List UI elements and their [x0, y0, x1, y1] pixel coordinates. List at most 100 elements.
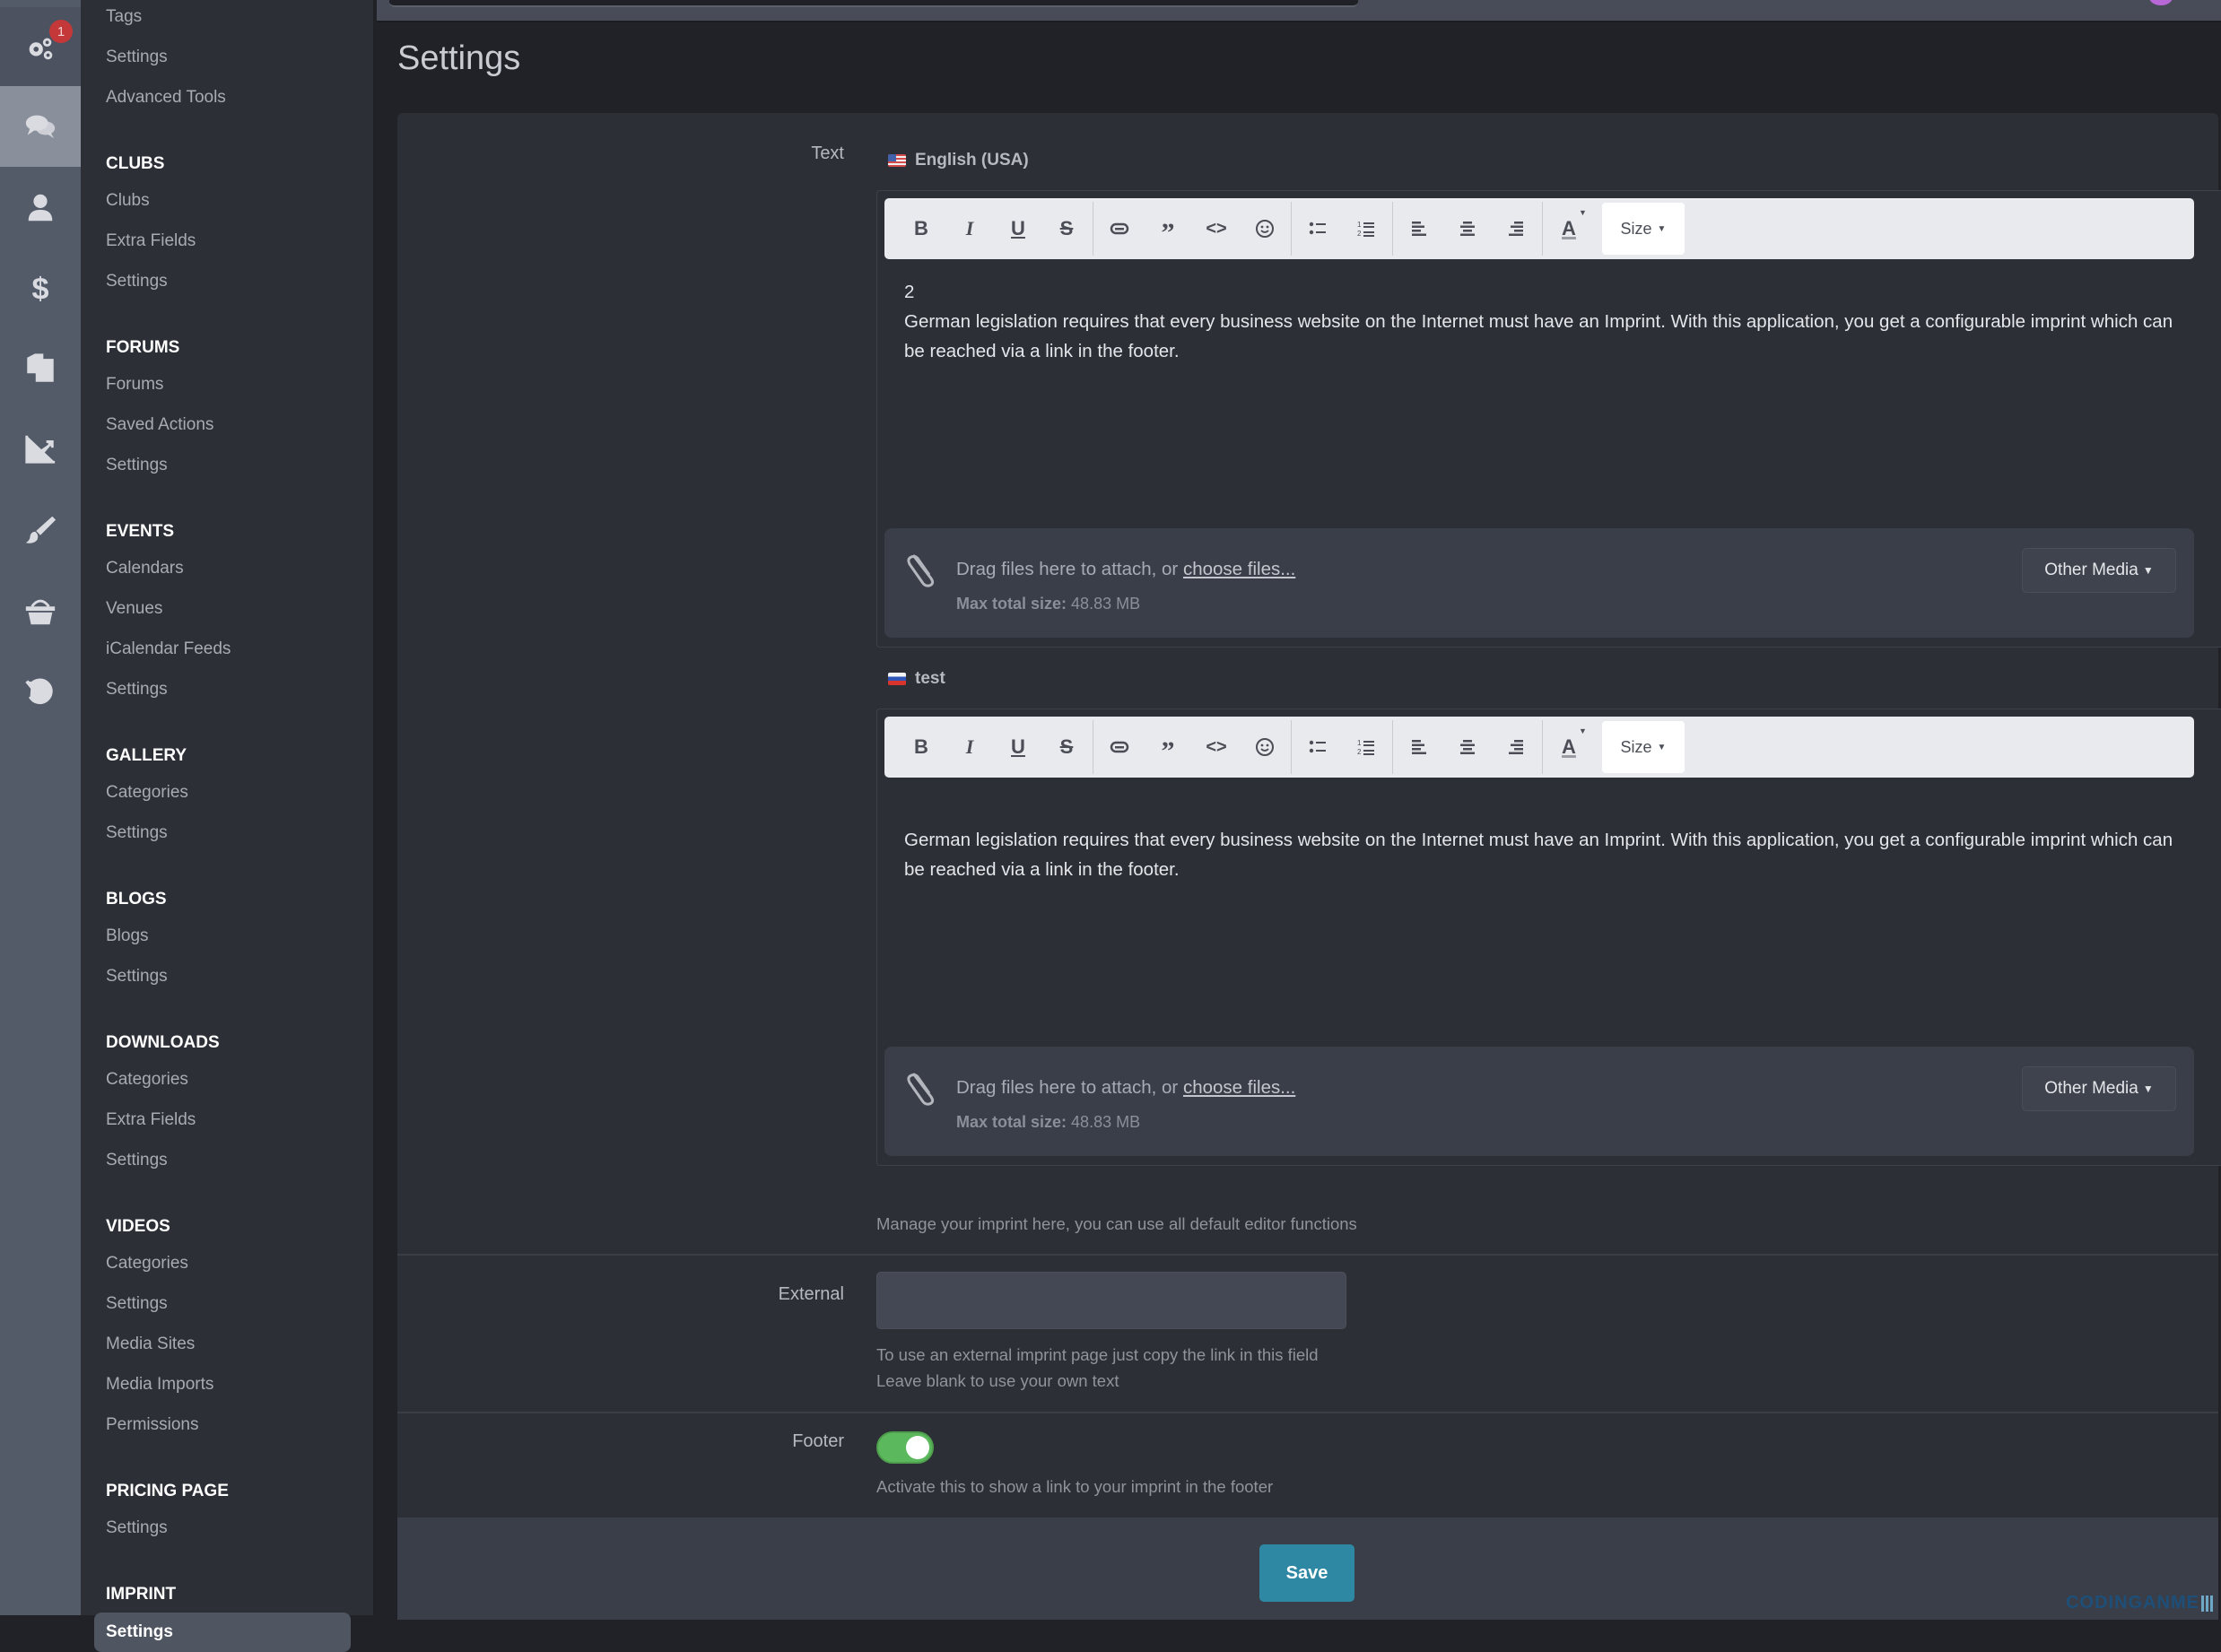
sidebar-item[interactable]: Venues [106, 599, 162, 619]
rail-item-setup[interactable]: 1 [0, 7, 81, 88]
numbered-list-icon[interactable]: 12 [1342, 205, 1390, 252]
sidebar-item[interactable]: Extra Fields [106, 1110, 196, 1130]
svg-text:2: 2 [1357, 230, 1362, 238]
svg-text:$: $ [31, 272, 48, 305]
sidebar-item[interactable]: Forums [106, 375, 163, 395]
drag-files-text: Drag files here to attach, or choose fil… [956, 1077, 1295, 1099]
link-icon[interactable] [1095, 724, 1144, 770]
sidebar-item[interactable]: Settings [106, 48, 168, 67]
sidebar-item[interactable]: Categories [106, 783, 188, 803]
sidebar-section-heading: CLUBS [106, 154, 164, 174]
sidebar-item[interactable]: Settings [106, 1518, 168, 1538]
caret-down-icon: ▼ [1658, 224, 1667, 234]
align-right-icon[interactable] [1492, 724, 1540, 770]
bulleted-list-icon[interactable] [1293, 724, 1342, 770]
sidebar-item[interactable]: Settings [106, 967, 168, 987]
user-avatar[interactable] [2149, 0, 2173, 5]
align-right-icon[interactable] [1492, 205, 1540, 252]
sidebar-item[interactable]: Media Sites [106, 1335, 195, 1354]
external-label: External [779, 1284, 844, 1305]
sidebar-item[interactable]: Settings [106, 456, 168, 475]
code-icon[interactable]: <> [1192, 205, 1241, 252]
choose-files-link[interactable]: choose files... [1183, 1077, 1295, 1098]
sidebar-item[interactable]: Settings [106, 1151, 168, 1170]
align-left-icon[interactable] [1395, 724, 1443, 770]
align-center-icon[interactable] [1443, 205, 1492, 252]
sidebar-item[interactable]: Settings [106, 823, 168, 843]
sidebar-item[interactable]: Clubs [106, 191, 150, 211]
strikethrough-icon[interactable]: S [1042, 205, 1091, 252]
sidebar-item[interactable]: Categories [106, 1070, 188, 1090]
external-url-input[interactable] [876, 1272, 1346, 1329]
italic-icon[interactable]: I [945, 205, 994, 252]
text-color-icon[interactable]: A▼ [1545, 724, 1593, 770]
align-left-icon[interactable] [1395, 205, 1443, 252]
rail-item-logs[interactable] [0, 651, 81, 732]
bold-icon[interactable]: B [897, 724, 945, 770]
svg-text:1: 1 [1357, 221, 1362, 229]
strikethrough-icon[interactable]: S [1042, 724, 1091, 770]
emoji-icon[interactable] [1241, 724, 1289, 770]
sidebar-item[interactable]: Extra Fields [106, 231, 196, 251]
text-label: Text [811, 143, 844, 164]
rail-item-commerce[interactable]: $ [0, 248, 81, 328]
editor-content[interactable]: German legislation requires that every b… [904, 796, 2196, 884]
content-line: German legislation requires that every b… [904, 307, 2196, 366]
align-center-icon[interactable] [1443, 724, 1492, 770]
link-icon[interactable] [1095, 205, 1144, 252]
sidebar-item[interactable]: Advanced Tools [106, 88, 226, 108]
rail-item-content[interactable] [0, 328, 81, 409]
sidebar-item[interactable]: Categories [106, 1254, 188, 1274]
sidebar-item[interactable]: Saved Actions [106, 415, 213, 435]
sidebar-item[interactable]: Settings [106, 1294, 168, 1314]
code-icon[interactable]: <> [1192, 724, 1241, 770]
rail-item-stats[interactable] [0, 409, 81, 490]
chart-line-icon [23, 432, 57, 466]
font-size-dropdown[interactable]: Size▼ [1602, 721, 1685, 773]
toolbar-separator [1392, 720, 1393, 774]
sidebar-item[interactable]: Blogs [106, 926, 149, 946]
font-size-label: Size [1621, 220, 1652, 239]
underline-icon[interactable]: U [994, 724, 1042, 770]
icon-rail: 1 $ [0, 0, 81, 1615]
sidebar-item[interactable]: Permissions [106, 1415, 198, 1435]
quote-icon[interactable]: ” [1144, 205, 1192, 252]
rail-item-customization[interactable] [0, 490, 81, 570]
language-name: English (USA) [915, 151, 1029, 170]
emoji-icon[interactable] [1241, 205, 1289, 252]
rail-item-community[interactable] [0, 86, 81, 167]
save-button[interactable]: Save [1259, 1544, 1354, 1602]
sidebar-item[interactable]: iCalendar Feeds [106, 639, 231, 659]
quote-icon[interactable]: ” [1144, 724, 1192, 770]
other-media-button[interactable]: Other Media▼ [2022, 548, 2176, 593]
bulleted-list-icon[interactable] [1293, 205, 1342, 252]
external-hint-1: To use an external imprint page just cop… [876, 1342, 1319, 1368]
sidebar-item[interactable]: Calendars [106, 559, 184, 578]
sidebar-item[interactable]: Settings [94, 1613, 351, 1652]
editor-english: BIUS ”<> 12 A▼ Size ▼ 2 German legislation re… [876, 190, 2221, 648]
sidebar-item[interactable]: Settings [106, 680, 168, 700]
choose-files-link[interactable]: choose files... [1183, 559, 1295, 579]
font-size-dropdown[interactable]: Size ▼ [1602, 203, 1685, 255]
footer-toggle[interactable] [876, 1431, 934, 1464]
bold-icon[interactable]: B [897, 205, 945, 252]
numbered-list-icon[interactable]: 12 [1342, 724, 1390, 770]
sidebar-item[interactable]: Tags [106, 7, 142, 27]
sidebar-item[interactable]: Media Imports [106, 1375, 213, 1395]
rail-item-marketplace[interactable] [0, 570, 81, 651]
attachment-area[interactable]: Drag files here to attach, or choose fil… [884, 1047, 2194, 1156]
italic-icon[interactable]: I [945, 724, 994, 770]
user-icon [23, 190, 57, 224]
copy-pages-icon [23, 352, 57, 386]
search-bar[interactable] [389, 0, 1358, 7]
divider [397, 1412, 2218, 1413]
rail-item-members[interactable] [0, 167, 81, 248]
attachment-area[interactable]: Drag files here to attach, or choose fil… [884, 528, 2194, 638]
text-color-icon[interactable]: A▼ [1545, 205, 1593, 252]
underline-icon[interactable]: U [994, 205, 1042, 252]
sidebar-item[interactable]: Settings [106, 272, 168, 291]
paperclip-icon [904, 548, 940, 587]
other-media-button[interactable]: Other Media▼ [2022, 1066, 2176, 1111]
editor-content[interactable]: 2 German legislation requires that every… [904, 277, 2196, 366]
chat-icon [23, 109, 57, 143]
